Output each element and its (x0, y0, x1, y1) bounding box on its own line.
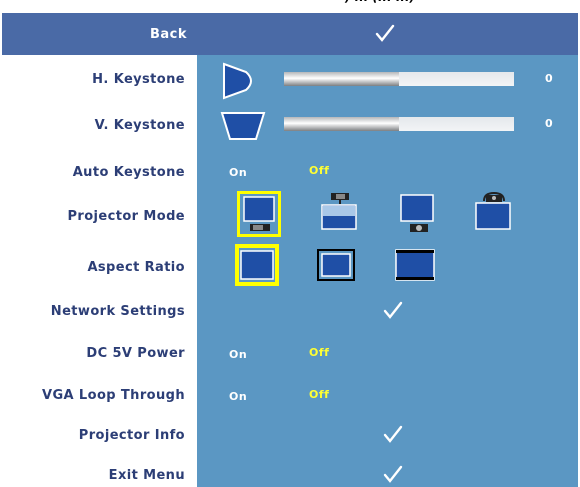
v-keystone-slider-fill (284, 117, 399, 131)
exit-menu-label: Exit Menu (108, 468, 185, 483)
v-keystone-value: 0 (545, 117, 553, 130)
auto-keystone-label: Auto Keystone (72, 165, 185, 180)
aspect-original-icon[interactable] (235, 244, 279, 286)
vga-loop-through-label: VGA Loop Through (42, 388, 185, 403)
dc-5v-power-label: DC 5V Power (86, 346, 185, 361)
network-settings-label: Network Settings (50, 304, 185, 319)
checkmark-icon[interactable] (382, 463, 404, 485)
h-keystone-label: H. Keystone (92, 72, 185, 87)
aspect-4-3-icon[interactable] (317, 249, 355, 281)
back-label: Back (149, 26, 187, 42)
dc-5v-power-on[interactable]: On (229, 348, 247, 361)
front-projection-desktop-icon[interactable] (237, 191, 281, 237)
v-keystone-slider[interactable] (284, 117, 514, 131)
auto-keystone-on[interactable]: On (229, 166, 247, 179)
h-keystone-icon (223, 62, 252, 100)
h-keystone-slider[interactable] (284, 72, 514, 86)
vga-loop-through-off[interactable]: Off (309, 388, 329, 401)
checkmark-icon[interactable] (382, 423, 404, 445)
aspect-wide-icon[interactable] (395, 249, 435, 281)
projector-mode-label: Projector Mode (67, 209, 185, 224)
vga-loop-through-on[interactable]: On (229, 390, 247, 403)
checkmark-icon[interactable] (374, 22, 396, 44)
checkmark-icon[interactable] (382, 299, 404, 321)
front-projection-ceiling-icon[interactable] (472, 191, 516, 233)
h-keystone-slider-fill (284, 72, 399, 86)
rear-projection-ceiling-icon[interactable] (318, 192, 362, 232)
rear-projection-desktop-icon[interactable] (397, 193, 441, 237)
dc-5v-power-off[interactable]: Off (309, 346, 329, 359)
aspect-ratio-label: Aspect Ratio (87, 260, 185, 275)
projector-info-label: Projector Info (78, 428, 185, 443)
top-cropped-text: ) ... (... ...) (0, 0, 580, 7)
back-row[interactable]: Back (2, 13, 578, 55)
v-keystone-icon (220, 112, 266, 140)
v-keystone-label: V. Keystone (94, 118, 185, 133)
auto-keystone-off[interactable]: Off (309, 164, 329, 177)
h-keystone-value: 0 (545, 72, 553, 85)
